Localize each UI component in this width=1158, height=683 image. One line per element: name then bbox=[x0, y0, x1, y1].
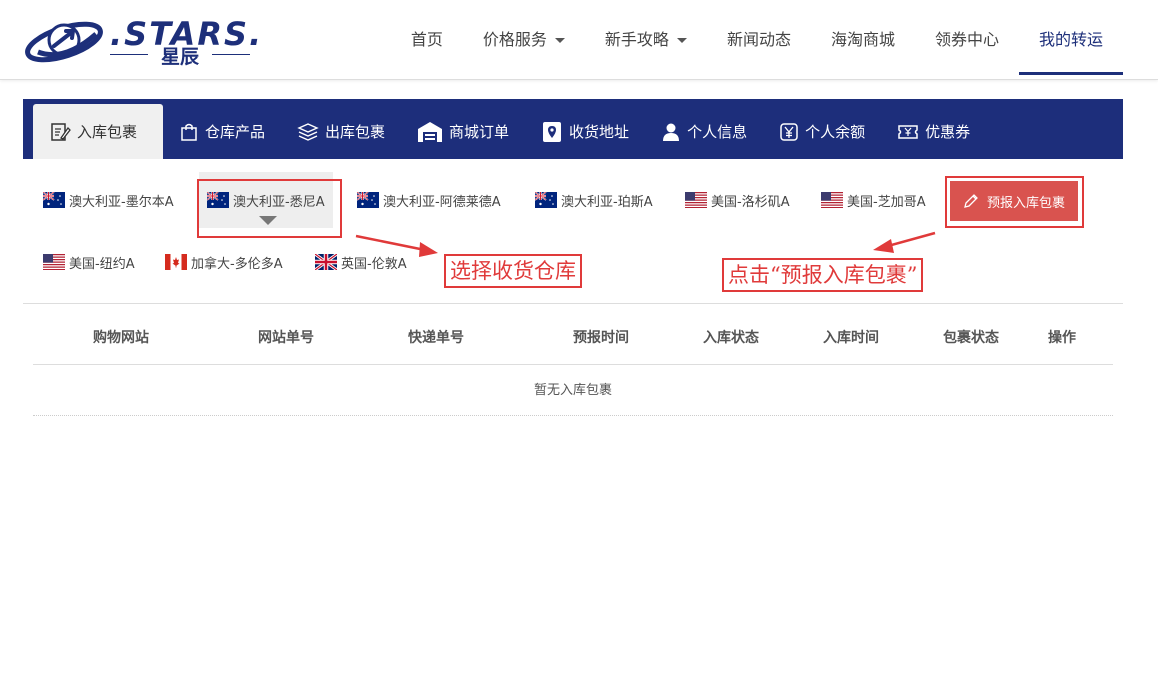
australia-flag-icon bbox=[207, 192, 229, 208]
package-table-header: 购物网站 网站单号 快递单号 预报时间 入库状态 入库时间 包裹状态 操作 bbox=[33, 312, 1113, 365]
main-nav: 首页 价格服务 新手攻略 新闻动态 海淘商城 领券中心 我的转运 bbox=[391, 0, 1124, 80]
column-header: 快递单号 bbox=[408, 330, 464, 346]
site-header: .STARS. 星辰 首页 价格服务 新手攻略 新闻动态 海淘商城 领券中心 我… bbox=[0, 0, 1158, 80]
arrow-to-button-icon bbox=[873, 231, 936, 253]
bag-icon bbox=[181, 123, 197, 141]
tab-warehouse-products[interactable]: 仓库产品 bbox=[163, 104, 281, 159]
tab-coupons[interactable]: 优惠券 bbox=[881, 104, 986, 159]
warehouse-label: 英国-伦敦A bbox=[341, 256, 407, 272]
nav-mall[interactable]: 海淘商城 bbox=[811, 0, 915, 80]
column-header: 入库时间 bbox=[823, 330, 879, 346]
warehouse-option[interactable]: 澳大利亚-珀斯A bbox=[535, 172, 653, 228]
tab-label: 商城订单 bbox=[449, 123, 510, 141]
usa-flag-icon bbox=[685, 192, 707, 208]
australia-flag-icon bbox=[535, 192, 557, 208]
warehouse-label: 澳大利亚-阿德莱德A bbox=[383, 194, 501, 210]
uk-flag-icon bbox=[315, 254, 337, 270]
warehouse-option[interactable]: 澳大利亚-墨尔本A bbox=[43, 172, 174, 228]
canada-flag-icon bbox=[165, 254, 187, 270]
warehouse-label: 澳大利亚-悉尼A bbox=[233, 194, 325, 210]
layers-icon bbox=[297, 122, 319, 141]
tab-personal-info[interactable]: 个人信息 bbox=[645, 104, 763, 159]
tab-label: 出库包裹 bbox=[325, 123, 386, 141]
location-icon bbox=[543, 121, 562, 142]
australia-flag-icon bbox=[43, 192, 65, 208]
warehouse-label: 美国-纽约A bbox=[69, 256, 135, 272]
nav-label: 我的转运 bbox=[1038, 30, 1103, 49]
warehouse-label: 美国-洛杉矶A bbox=[711, 194, 790, 210]
warehouse-label: 澳大利亚-墨尔本A bbox=[69, 194, 174, 210]
warehouse-label: 澳大利亚-珀斯A bbox=[561, 194, 653, 210]
tab-label: 收货地址 bbox=[569, 123, 630, 141]
warehouse-option-selected[interactable]: 澳大利亚-悉尼A bbox=[199, 172, 333, 228]
tab-label: 个人余额 bbox=[805, 123, 866, 141]
tab-label: 个人信息 bbox=[687, 123, 748, 141]
nav-my-forwarding[interactable]: 我的转运 bbox=[1018, 0, 1124, 80]
usa-flag-icon bbox=[821, 192, 843, 208]
nav-label: 领券中心 bbox=[934, 30, 999, 49]
edit-doc-icon bbox=[51, 122, 71, 141]
column-header: 包裹状态 bbox=[943, 330, 999, 346]
column-header: 入库状态 bbox=[703, 330, 759, 346]
warehouse-option[interactable]: 美国-芝加哥A bbox=[821, 172, 926, 228]
column-header: 网站单号 bbox=[258, 330, 314, 346]
nav-coupon-center[interactable]: 领券中心 bbox=[915, 0, 1019, 80]
planet-logo-icon bbox=[25, 21, 103, 63]
logo-subtitle: 星辰 bbox=[110, 42, 250, 69]
tab-label: 仓库产品 bbox=[205, 123, 266, 141]
nav-pricing[interactable]: 价格服务 bbox=[463, 0, 585, 80]
table-empty-message: 暂无入库包裹 bbox=[33, 365, 1113, 416]
coupon-icon bbox=[898, 124, 918, 139]
warehouse-option[interactable]: 美国-洛杉矶A bbox=[685, 172, 790, 228]
usa-flag-icon bbox=[43, 254, 65, 270]
nav-label: 新手攻略 bbox=[604, 30, 669, 49]
preregister-package-button[interactable]: 预报入库包裹 bbox=[950, 181, 1078, 221]
nav-guide[interactable]: 新手攻略 bbox=[585, 0, 707, 80]
warehouse-label: 加拿大-多伦多A bbox=[191, 256, 283, 272]
warehouse-option[interactable]: 英国-伦敦A bbox=[315, 234, 407, 290]
annotation-select-warehouse: 选择收货仓库 bbox=[444, 254, 582, 288]
caret-down-icon bbox=[676, 38, 687, 43]
user-icon bbox=[663, 123, 680, 141]
warehouse-label: 美国-芝加哥A bbox=[847, 194, 926, 210]
australia-flag-icon bbox=[357, 192, 379, 208]
account-tabbar: 入库包裹 仓库产品 出库包裹 商城订单 收货地址 个人信息 个人余额 优惠券 bbox=[23, 99, 1123, 159]
warehouse-option[interactable]: 加拿大-多伦多A bbox=[165, 234, 283, 290]
tab-outbound-packages[interactable]: 出库包裹 bbox=[281, 104, 401, 159]
warehouse-option[interactable]: 澳大利亚-阿德莱德A bbox=[357, 172, 501, 228]
nav-label: 新闻动态 bbox=[726, 30, 791, 49]
column-header: 操作 bbox=[1048, 330, 1076, 346]
caret-down-icon bbox=[554, 38, 565, 43]
yen-icon bbox=[780, 122, 798, 141]
nav-label: 首页 bbox=[410, 30, 443, 49]
nav-label: 价格服务 bbox=[482, 30, 547, 49]
logo[interactable]: .STARS. 星辰 bbox=[24, 12, 261, 69]
pencil-icon bbox=[964, 194, 978, 208]
divider bbox=[23, 303, 1123, 304]
nav-news[interactable]: 新闻动态 bbox=[707, 0, 811, 80]
preregister-button-label: 预报入库包裹 bbox=[986, 195, 1065, 211]
nav-label: 海淘商城 bbox=[830, 30, 895, 49]
column-header: 预报时间 bbox=[573, 330, 629, 346]
annotation-click-preregister: 点击“预报入库包裹” bbox=[722, 258, 924, 292]
warehouse-option[interactable]: 美国-纽约A bbox=[43, 234, 135, 290]
tab-inbound-packages[interactable]: 入库包裹 bbox=[33, 104, 163, 159]
tab-label: 入库包裹 bbox=[77, 123, 138, 141]
warehouse-icon bbox=[418, 121, 443, 142]
tab-label: 优惠券 bbox=[925, 123, 971, 141]
tab-mall-orders[interactable]: 商城订单 bbox=[401, 104, 525, 159]
selected-triangle-icon bbox=[259, 216, 277, 225]
nav-home[interactable]: 首页 bbox=[391, 0, 463, 80]
tab-balance[interactable]: 个人余额 bbox=[763, 104, 881, 159]
tab-shipping-address[interactable]: 收货地址 bbox=[525, 104, 645, 159]
column-header: 购物网站 bbox=[93, 330, 149, 346]
